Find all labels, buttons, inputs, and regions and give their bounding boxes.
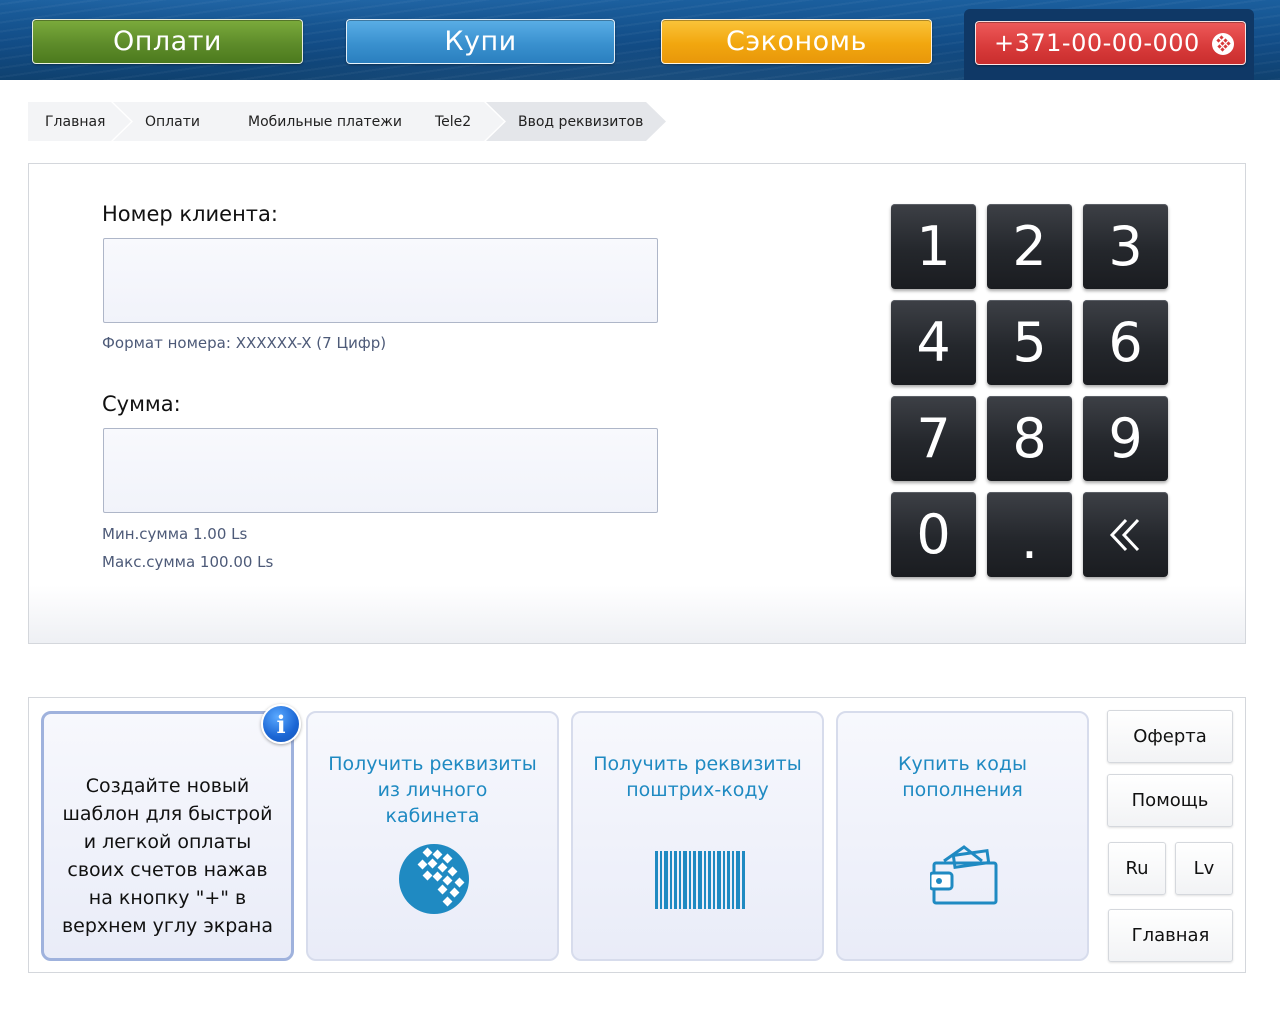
buy-codes-text: Купить коды пополнения: [897, 753, 1028, 801]
barcode-icon: [655, 851, 745, 909]
template-info-text: Создайте новый шаблон для быстрой и легк…: [61, 775, 273, 937]
help-button[interactable]: Помощь: [1107, 774, 1233, 827]
key-backspace[interactable]: [1083, 492, 1168, 577]
crumb-home[interactable]: Главная: [28, 102, 131, 141]
crumb-pay[interactable]: Оплати: [113, 102, 239, 141]
top-header: Оплати Купи Сэкономь +371-00-00-000: [0, 0, 1280, 80]
home-button[interactable]: Главная: [1108, 909, 1233, 962]
key-3[interactable]: 3: [1083, 204, 1168, 289]
key-1[interactable]: 1: [891, 204, 976, 289]
double-chevron-left-icon: [1109, 518, 1139, 551]
webmoney-icon: [1212, 33, 1234, 55]
max-sum-hint: Макс.сумма 100.00 Ls: [102, 553, 274, 571]
save-button[interactable]: Сэкономь: [661, 19, 932, 64]
key-8[interactable]: 8: [987, 396, 1072, 481]
min-sum-hint: Мин.сумма 1.00 Ls: [102, 525, 248, 543]
key-6[interactable]: 6: [1083, 300, 1168, 385]
lang-lv-button[interactable]: Lv: [1175, 842, 1233, 895]
payment-form-panel: Номер клиента: Формат номера: XXXXXX-X (…: [28, 163, 1246, 644]
sum-label: Сумма:: [102, 392, 181, 416]
phone-number: +371-00-00-000: [994, 29, 1200, 57]
client-number-input[interactable]: [103, 238, 658, 323]
cabinet-details-tile[interactable]: Получить реквизиты из личного кабинета: [306, 711, 559, 961]
webmoney-globe-icon: [399, 844, 469, 914]
barcode-details-tile[interactable]: Получить реквизиты поштрих-коду: [571, 711, 824, 961]
crumb-mobile-payments[interactable]: Мобильные платежи: [216, 102, 435, 141]
key-dot[interactable]: .: [987, 492, 1072, 577]
lang-ru-button[interactable]: Ru: [1108, 842, 1166, 895]
pay-button[interactable]: Оплати: [32, 19, 303, 64]
key-0[interactable]: 0: [891, 492, 976, 577]
client-number-hint: Формат номера: XXXXXX-X (7 Цифр): [102, 334, 387, 352]
bottom-bar: Создайте новый шаблон для быстрой и легк…: [28, 697, 1246, 973]
phone-button[interactable]: +371-00-00-000: [975, 21, 1246, 65]
offer-button[interactable]: Оферта: [1107, 710, 1233, 763]
cabinet-details-text: Получить реквизиты из личного кабинета: [328, 753, 537, 827]
sum-input[interactable]: [103, 428, 658, 513]
wallet-icon: [930, 845, 998, 905]
buy-codes-tile[interactable]: Купить коды пополнения: [836, 711, 1089, 961]
key-7[interactable]: 7: [891, 396, 976, 481]
barcode-details-text: Получить реквизиты поштрих-коду: [593, 753, 802, 801]
key-4[interactable]: 4: [891, 300, 976, 385]
buy-button[interactable]: Купи: [346, 19, 615, 64]
key-9[interactable]: 9: [1083, 396, 1168, 481]
info-icon[interactable]: i: [261, 704, 301, 744]
key-5[interactable]: 5: [987, 300, 1072, 385]
key-2[interactable]: 2: [987, 204, 1072, 289]
client-number-label: Номер клиента:: [102, 202, 278, 226]
crumb-enter-details: Ввод реквизитов: [486, 102, 666, 141]
template-info-tile: Создайте новый шаблон для быстрой и легк…: [41, 711, 294, 961]
